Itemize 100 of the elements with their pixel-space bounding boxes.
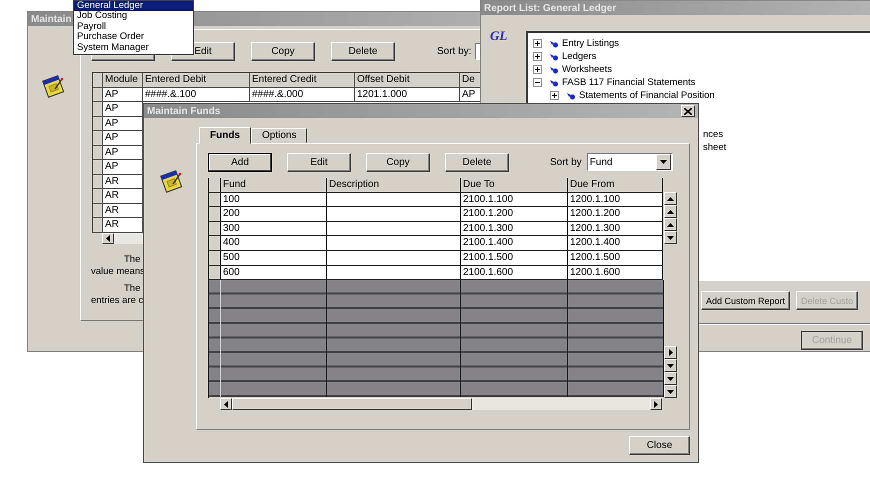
close-button[interactable] bbox=[681, 105, 695, 117]
tab[interactable]: Funds bbox=[199, 127, 251, 144]
arrow-down-icon bbox=[667, 364, 674, 368]
table-cell: 2100.1.200 bbox=[461, 207, 568, 222]
menu-item[interactable]: Purchase Order bbox=[74, 32, 193, 43]
logo: GL bbox=[490, 28, 508, 43]
row-header bbox=[93, 160, 103, 174]
table-cell: AP bbox=[103, 102, 143, 116]
arrow-down-icon bbox=[667, 236, 674, 240]
scrollbar[interactable] bbox=[220, 398, 662, 410]
table-cell: AP bbox=[103, 160, 143, 174]
arrow-up-icon bbox=[667, 196, 674, 200]
expand-toggle[interactable] bbox=[550, 91, 559, 100]
table-cell: 600 bbox=[221, 266, 327, 280]
table-cell: ####.&.100 bbox=[143, 88, 250, 102]
table-cell: 1200.1.100 bbox=[568, 192, 663, 208]
sort-label: Sort by bbox=[550, 156, 582, 168]
bullet-icon bbox=[549, 78, 559, 86]
note-text: entries are c bbox=[91, 294, 144, 306]
toolbar-button[interactable]: Copy bbox=[366, 152, 430, 172]
expand-toggle[interactable] bbox=[533, 78, 542, 87]
tree-item[interactable]: FASB 117 Financial Statements bbox=[562, 77, 696, 88]
table-cell: AR bbox=[103, 174, 143, 189]
arrow-down-icon bbox=[660, 160, 667, 164]
scroll-button[interactable] bbox=[664, 359, 677, 372]
table-cell: 1201.1.000 bbox=[355, 88, 460, 102]
scroll-button[interactable] bbox=[664, 231, 677, 244]
table-cell: AR bbox=[103, 204, 143, 218]
toolbar-button[interactable]: Delete bbox=[331, 42, 395, 60]
toolbar-button[interactable]: Delete bbox=[445, 152, 509, 172]
menu-item[interactable]: Job Costing bbox=[74, 11, 193, 22]
scroll-button[interactable] bbox=[664, 372, 677, 385]
table-cell: AP bbox=[103, 131, 143, 146]
column-header: Fund bbox=[221, 178, 327, 193]
menu-item[interactable]: Payroll bbox=[74, 22, 193, 32]
arrow-right-icon bbox=[668, 349, 672, 356]
row-header bbox=[93, 102, 103, 116]
window-title: Maintain Funds bbox=[147, 106, 220, 116]
row-header bbox=[93, 189, 103, 204]
column-header: Entered Debit bbox=[143, 73, 250, 88]
table-cell: 100 bbox=[221, 192, 327, 208]
column-header: Due To bbox=[461, 178, 568, 193]
tree-item[interactable]: nces bbox=[703, 129, 724, 140]
row-header bbox=[93, 131, 103, 146]
bullet-icon bbox=[549, 52, 559, 60]
table-cell: 500 bbox=[221, 250, 327, 266]
scroll-left-button[interactable] bbox=[102, 232, 114, 244]
table-cell: AP bbox=[103, 88, 143, 102]
row-header bbox=[93, 218, 103, 232]
column-header: Description bbox=[327, 178, 461, 193]
expand-toggle[interactable] bbox=[533, 65, 542, 74]
note-text: The bbox=[123, 254, 142, 266]
bullet-icon bbox=[566, 92, 576, 100]
toolbar-button[interactable]: Edit bbox=[287, 152, 351, 172]
sort-label: Sort by: bbox=[437, 46, 472, 56]
close-icon bbox=[684, 108, 692, 114]
table-cell: 1200.1.200 bbox=[568, 207, 663, 222]
tab[interactable]: Options bbox=[251, 128, 308, 143]
table-cell: 2100.1.100 bbox=[461, 192, 568, 208]
scroll-right-button[interactable] bbox=[650, 398, 662, 410]
close-button[interactable]: Close bbox=[629, 436, 690, 455]
scroll-button[interactable] bbox=[664, 385, 677, 398]
sort-dropdown[interactable]: Fund bbox=[586, 153, 673, 171]
arrow-up-icon bbox=[667, 222, 674, 226]
scroll-thumb[interactable] bbox=[232, 398, 472, 410]
tree-item[interactable]: Worksheets bbox=[562, 64, 612, 75]
table-cell: 2100.1.500 bbox=[461, 250, 568, 266]
dropdown-arrow-button[interactable] bbox=[656, 154, 671, 170]
column-header: Entered Credit bbox=[250, 73, 355, 88]
scroll-button[interactable] bbox=[664, 346, 677, 359]
table-cell: 2100.1.600 bbox=[461, 266, 568, 280]
tree-item[interactable]: Ledgers bbox=[562, 51, 596, 62]
table-cell: ####.&.000 bbox=[250, 88, 355, 102]
tree-item[interactable]: sheet bbox=[703, 142, 726, 153]
scroll-left-button[interactable] bbox=[220, 398, 232, 410]
toolbar-button[interactable]: Copy bbox=[251, 42, 315, 60]
note-text: The bbox=[123, 282, 142, 294]
column-header: Module bbox=[103, 73, 143, 88]
arrow-down-icon bbox=[667, 376, 674, 380]
table-cell: 400 bbox=[221, 236, 327, 251]
row-header bbox=[93, 73, 103, 88]
row-header bbox=[93, 204, 103, 218]
table-cell: 2100.1.300 bbox=[461, 222, 568, 236]
table-cell: 200 bbox=[221, 207, 327, 222]
table-cell: 1200.1.300 bbox=[568, 222, 663, 236]
expand-toggle[interactable] bbox=[533, 52, 542, 61]
toolbar-button[interactable]: Add bbox=[208, 152, 272, 172]
expand-toggle[interactable] bbox=[533, 39, 542, 48]
table-cell: 1200.1.600 bbox=[568, 266, 663, 280]
arrow-right-icon bbox=[654, 400, 658, 408]
action-button[interactable]: Add Custom Report bbox=[701, 291, 790, 310]
table-cell: AR bbox=[103, 189, 143, 204]
tree-item[interactable]: Entry Listings bbox=[562, 38, 620, 49]
arrow-left-icon bbox=[224, 400, 228, 408]
menu-item[interactable]: General Ledger bbox=[74, 1, 193, 12]
row-header bbox=[93, 116, 103, 131]
tree-item[interactable]: Statements of Financial Position bbox=[579, 90, 715, 101]
scroll-button[interactable] bbox=[664, 192, 677, 205]
scroll-button[interactable] bbox=[664, 218, 677, 231]
scroll-button[interactable] bbox=[664, 205, 677, 218]
